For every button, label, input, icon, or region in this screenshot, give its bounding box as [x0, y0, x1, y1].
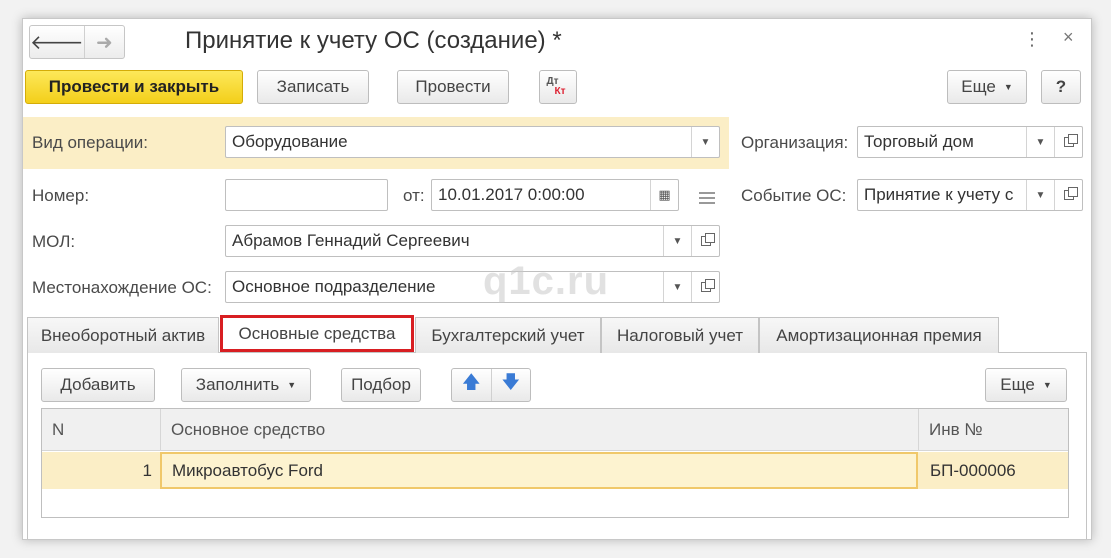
operation-select[interactable]: Оборудование ▼: [225, 126, 720, 158]
row-number: 1: [142, 460, 152, 480]
number-input[interactable]: [225, 179, 388, 211]
chevron-down-icon[interactable]: ▼: [1026, 127, 1054, 157]
date-value: 10.01.2017 0:00:00: [438, 185, 585, 204]
dt-kt-icon: Дт Кт: [546, 77, 566, 97]
calendar-icon[interactable]: ▦: [650, 180, 678, 210]
more-button-label: Еще: [961, 77, 996, 96]
operation-value: Оборудование: [232, 132, 348, 151]
move-up-icon[interactable]: 🡅: [452, 369, 491, 401]
add-button[interactable]: Добавить: [41, 368, 155, 402]
back-arrow-icon[interactable]: 🡐: [30, 26, 84, 58]
mol-field[interactable]: Абрамов Геннадий Сергеевич ▼: [225, 225, 720, 257]
location-field[interactable]: Основное подразделение ▼: [225, 271, 720, 303]
tab-fixed-assets[interactable]: Основные средства: [220, 315, 414, 352]
comment-icon[interactable]: [699, 192, 715, 204]
date-from-label: от:: [403, 186, 425, 205]
open-icon[interactable]: [1054, 127, 1082, 157]
help-button[interactable]: ?: [1041, 70, 1081, 104]
table-more-button[interactable]: Еще ▼: [985, 368, 1067, 402]
operation-label: Вид операции:: [32, 133, 148, 152]
tab-accounting[interactable]: Бухгалтерский учет: [415, 317, 601, 353]
date-input[interactable]: 10.01.2017 0:00:00 ▦: [431, 179, 679, 211]
column-header-inv[interactable]: Инв №: [918, 409, 1068, 451]
organization-value: Торговый дом: [864, 132, 974, 151]
move-buttons: 🡅 🡇: [451, 368, 531, 402]
watermark: q1c.ru: [483, 259, 610, 303]
open-icon[interactable]: [691, 272, 719, 302]
inventory-number-cell[interactable]: БП-000006: [930, 452, 1066, 489]
fill-button-label: Заполнить: [195, 375, 280, 394]
mol-value: Абрамов Геннадий Сергеевич: [232, 231, 470, 250]
open-icon[interactable]: [691, 226, 719, 256]
chevron-down-icon[interactable]: ▼: [691, 127, 719, 157]
column-header-asset[interactable]: Основное средство: [160, 409, 918, 451]
select-button[interactable]: Подбор: [341, 368, 421, 402]
more-menu-icon[interactable]: ⋮: [1023, 29, 1041, 50]
chevron-down-icon[interactable]: ▼: [663, 226, 691, 256]
save-button[interactable]: Записать: [257, 70, 369, 104]
tab-tax[interactable]: Налоговый учет: [601, 317, 759, 353]
history-nav: 🡐 ➜: [29, 25, 125, 59]
open-icon[interactable]: [1054, 180, 1082, 210]
more-button[interactable]: Еще ▼: [947, 70, 1027, 104]
document-window: 🡐 ➜ Принятие к учету ОС (создание) * ⋮ ×…: [22, 18, 1092, 540]
close-icon[interactable]: ×: [1063, 27, 1074, 48]
chevron-down-icon: ▼: [287, 380, 297, 390]
assets-table: N Основное средство Инв № 1 Микроавтобус…: [41, 408, 1069, 518]
window-title: Принятие к учету ОС (создание) *: [185, 27, 562, 54]
table-row[interactable]: 1 Микроавтобус Ford БП-000006: [42, 452, 1068, 489]
mol-label: МОЛ:: [32, 232, 76, 251]
event-field[interactable]: Принятие к учету с ▼: [857, 179, 1083, 211]
event-value: Принятие к учету с: [864, 185, 1014, 204]
tab-noncurrent-asset[interactable]: Внеоборотный актив: [27, 317, 219, 353]
event-label: Событие ОС:: [741, 186, 847, 205]
chevron-down-icon[interactable]: ▼: [663, 272, 691, 302]
post-and-close-button[interactable]: Провести и закрыть: [25, 70, 243, 104]
organization-label: Организация:: [741, 133, 849, 152]
location-label: Местонахождение ОС:: [32, 278, 212, 297]
column-header-n[interactable]: N: [42, 409, 160, 451]
forward-arrow-icon[interactable]: ➜: [83, 26, 124, 58]
chevron-down-icon[interactable]: ▼: [1026, 180, 1054, 210]
kt-label: Кт: [554, 86, 566, 97]
tab-depreciation-bonus[interactable]: Амортизационная премия: [759, 317, 999, 353]
asset-cell[interactable]: Микроавтобус Ford: [160, 452, 918, 489]
table-header: N Основное средство Инв №: [42, 409, 1068, 451]
organization-field[interactable]: Торговый дом ▼: [857, 126, 1083, 158]
table-more-label: Еще: [1000, 375, 1035, 394]
post-button[interactable]: Провести: [397, 70, 509, 104]
number-label: Номер:: [32, 186, 90, 205]
move-down-icon[interactable]: 🡇: [490, 369, 531, 401]
chevron-down-icon: ▼: [1042, 380, 1052, 390]
fill-button[interactable]: Заполнить ▼: [181, 368, 311, 402]
chevron-down-icon: ▼: [1003, 82, 1013, 92]
dt-kt-button[interactable]: Дт Кт: [539, 70, 577, 104]
